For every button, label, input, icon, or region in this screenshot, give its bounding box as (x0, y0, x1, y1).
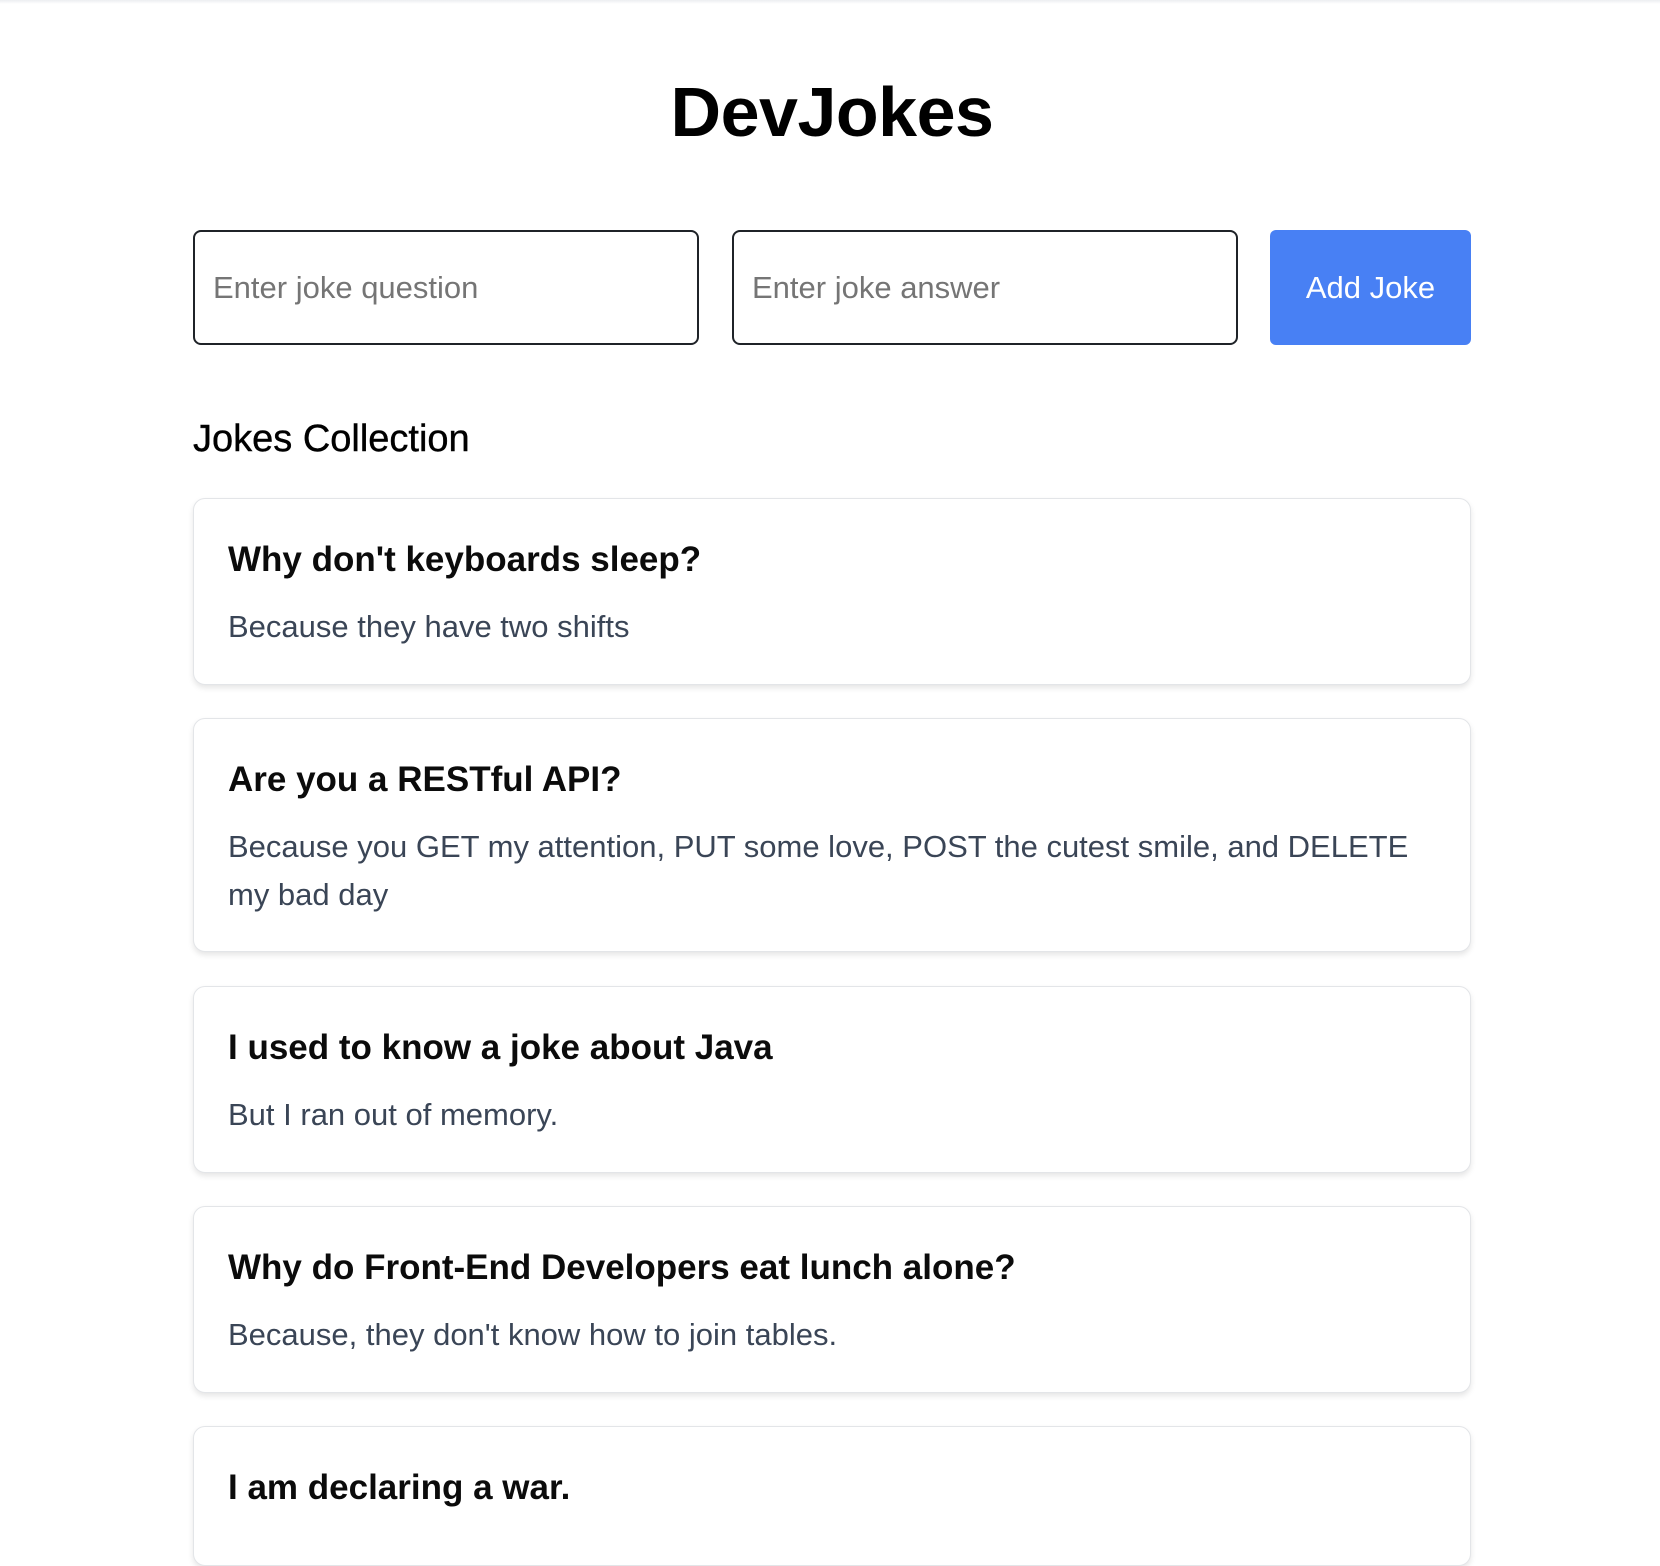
joke-card: Are you a RESTful API? Because you GET m… (193, 718, 1471, 952)
joke-question: Why do Front-End Developers eat lunch al… (228, 1248, 1016, 1287)
add-joke-button[interactable]: Add Joke (1270, 230, 1471, 345)
joke-answer: Because you GET my attention, PUT some l… (228, 829, 1409, 912)
top-edge (0, 0, 1660, 4)
add-joke-form: Add Joke (193, 230, 1471, 345)
app-title: DevJokes (670, 73, 994, 151)
joke-answer-input[interactable] (732, 230, 1238, 345)
joke-question: Why don't keyboards sleep? (228, 540, 702, 579)
joke-question: Are you a RESTful API? (228, 760, 622, 799)
joke-answer: Because, they don't know how to join tab… (228, 1317, 838, 1352)
joke-question: I used to know a joke about Java (228, 1028, 773, 1067)
joke-card: I am declaring a war. (193, 1426, 1471, 1566)
joke-answer: Because they have two shifts (228, 609, 630, 644)
joke-card: I used to know a joke about Java But I r… (193, 986, 1471, 1173)
joke-answer: But I ran out of memory. (228, 1097, 559, 1132)
joke-question: I am declaring a war. (228, 1468, 571, 1507)
joke-card: Why don't keyboards sleep? Because they … (193, 498, 1471, 685)
jokes-collection-title: Jokes Collection (193, 418, 470, 460)
joke-question-input[interactable] (193, 230, 699, 345)
joke-card: Why do Front-End Developers eat lunch al… (193, 1206, 1471, 1393)
